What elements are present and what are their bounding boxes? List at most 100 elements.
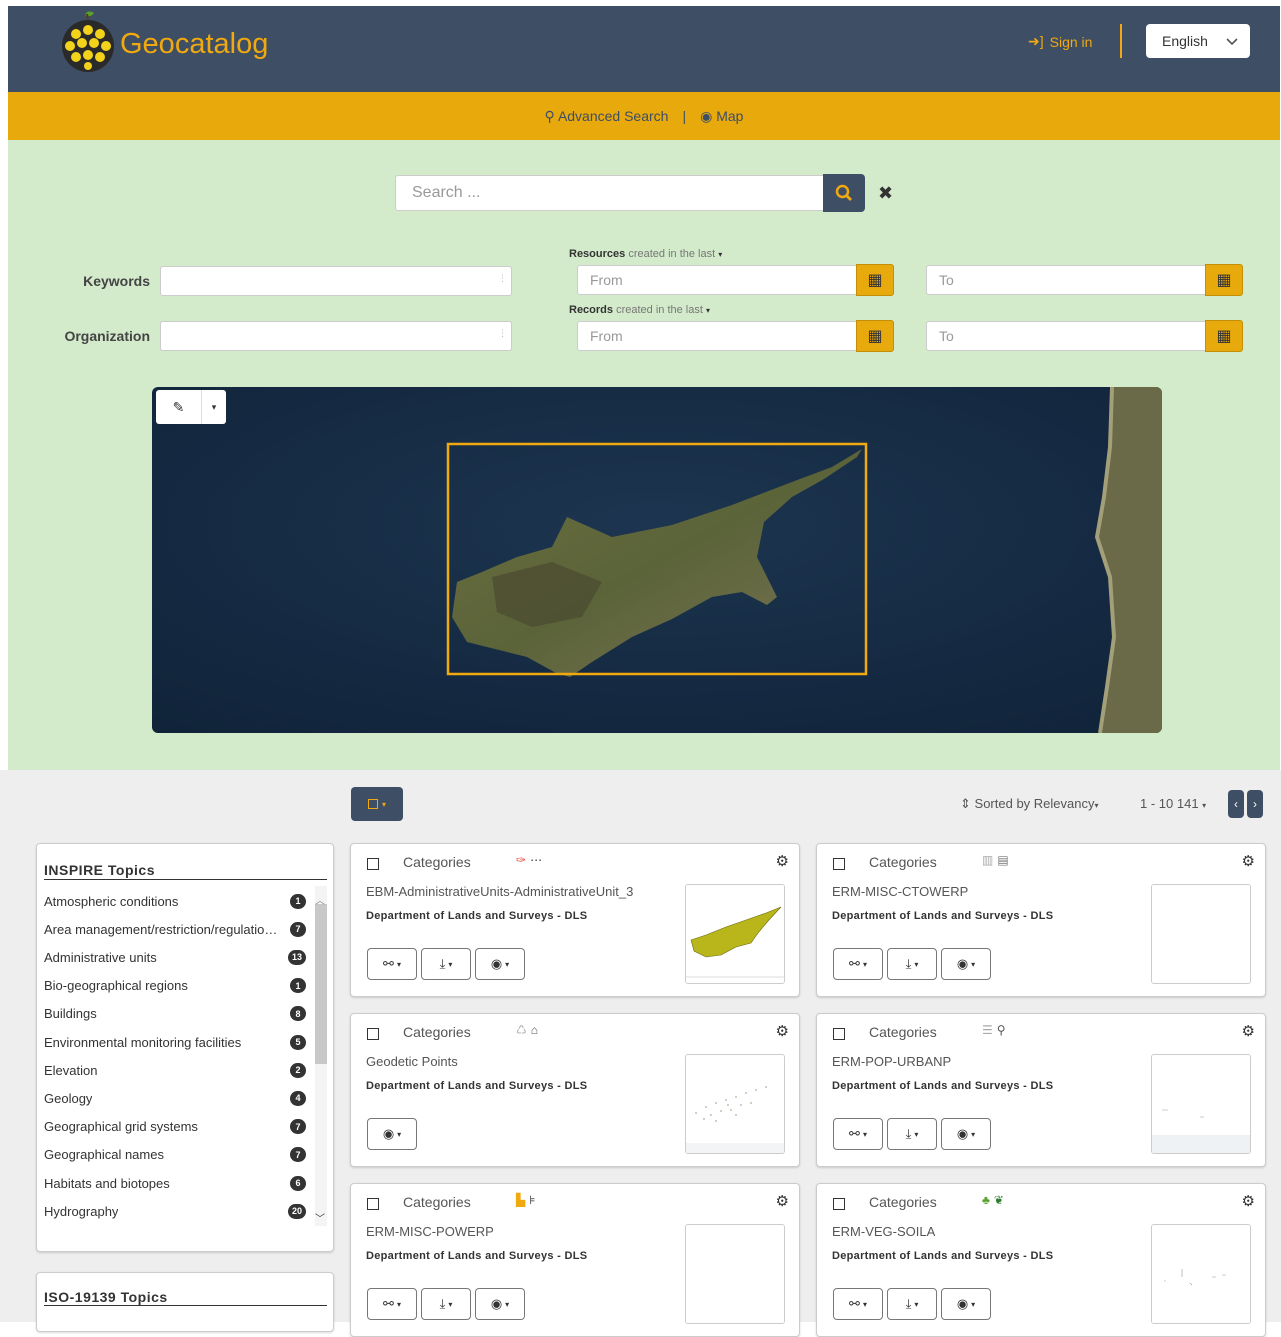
gear-icon[interactable]: ⚙: [776, 1022, 789, 1040]
view-map-dropdown-button[interactable]: ◉ ▾: [475, 1288, 525, 1320]
facet-item[interactable]: Buildings 8: [44, 1003, 306, 1025]
facet-scrollbar[interactable]: [315, 886, 327, 1226]
record-select-checkbox[interactable]: [833, 1198, 845, 1210]
record-select-checkbox[interactable]: [367, 1198, 379, 1210]
download-dropdown-button[interactable]: ⤓ ▾: [887, 1288, 937, 1320]
sort-dropdown[interactable]: ⇕ Sorted by Relevancy▾: [960, 796, 1099, 812]
map-draw-control[interactable]: ✎ ▾: [156, 390, 226, 424]
record-title[interactable]: ERM-VEG-SOILA: [832, 1224, 935, 1239]
paging-dropdown[interactable]: 1 - 10 141 ▾: [1140, 796, 1206, 811]
view-map-dropdown-button[interactable]: ◉ ▾: [941, 948, 991, 980]
search-input[interactable]: [395, 175, 825, 211]
record-thumbnail[interactable]: [685, 884, 785, 984]
record-card[interactable]: Categories ▙ ⊧ ⚙ ERM-MISC-POWERP Department o…: [350, 1183, 800, 1337]
view-map-dropdown-button[interactable]: ◉ ▾: [367, 1118, 417, 1150]
globe-icon: ◉: [956, 1296, 969, 1311]
facet-item[interactable]: Administrative units 13: [44, 946, 306, 968]
view-map-dropdown-button[interactable]: ◉ ▾: [941, 1288, 991, 1320]
record-select-checkbox[interactable]: [367, 858, 379, 870]
facet-item[interactable]: Atmospheric conditions 1: [44, 890, 306, 912]
gear-icon[interactable]: ⚙: [1242, 852, 1255, 870]
globe-icon: ◉: [956, 956, 969, 971]
ellipsis-icon: ⋯: [530, 853, 543, 867]
gear-icon[interactable]: ⚙: [1242, 1022, 1255, 1040]
facet-item[interactable]: Area management/restriction/regulation z…: [44, 918, 306, 940]
resources-date-filter-label[interactable]: Resources created in the last ▾: [569, 248, 722, 260]
record-thumbnail[interactable]: [1151, 884, 1251, 984]
record-organization: Department of Lands and Surveys - DLS: [832, 1080, 1054, 1092]
facet-item[interactable]: Geology 4: [44, 1087, 306, 1109]
record-title[interactable]: ERM-MISC-POWERP: [366, 1224, 494, 1239]
links-dropdown-button[interactable]: ⚯ ▾: [367, 1288, 417, 1320]
scroll-down-icon[interactable]: ﹀: [315, 1210, 325, 1225]
gear-icon[interactable]: ⚙: [776, 1192, 789, 1210]
records-to-input[interactable]: [926, 321, 1206, 351]
advanced-search-link[interactable]: ⚲ Advanced Search: [545, 108, 669, 125]
view-map-dropdown-button[interactable]: ◉ ▾: [475, 948, 525, 980]
facet-item[interactable]: Hydrography 20: [44, 1200, 306, 1222]
links-dropdown-button[interactable]: ⚯ ▾: [833, 948, 883, 980]
resources-to-input[interactable]: [926, 265, 1206, 295]
facet-item[interactable]: Geographical names 7: [44, 1144, 306, 1166]
facet-item[interactable]: Elevation 2: [44, 1059, 306, 1081]
record-card[interactable]: Categories ♣ ❦ ⚙ ERM-VEG-SOILA Department of …: [816, 1183, 1266, 1337]
records-date-filter-label[interactable]: Records created in the last ▾: [569, 304, 710, 316]
record-thumbnail[interactable]: [1151, 1054, 1251, 1154]
records-from-input[interactable]: [577, 321, 857, 351]
links-dropdown-button[interactable]: ⚯ ▾: [367, 948, 417, 980]
geocatalog-logo-icon[interactable]: [56, 10, 120, 74]
record-thumbnail[interactable]: [685, 1054, 785, 1154]
scrollbar-thumb[interactable]: [315, 904, 327, 1064]
caret-down-icon: ▾: [397, 1129, 402, 1139]
record-card[interactable]: Categories ✑ ⋯ ⚙ EBM-AdministrativeUnits-Adm…: [350, 843, 800, 997]
keywords-field[interactable]: ⋮: [160, 266, 512, 296]
record-title[interactable]: EBM-AdministrativeUnits-AdministrativeUn…: [366, 884, 633, 899]
next-page-button[interactable]: ›: [1247, 790, 1263, 818]
download-dropdown-button[interactable]: ⤓ ▾: [421, 948, 471, 980]
download-dropdown-button[interactable]: ⤓ ▾: [887, 948, 937, 980]
select-all-dropdown-button[interactable]: ▾: [351, 787, 403, 821]
map-canvas[interactable]: [152, 387, 1162, 733]
pencil-icon[interactable]: ✎: [156, 390, 202, 424]
record-card[interactable]: Categories ☰ ⚲ ⚙ ERM-POP-URBANP Department of…: [816, 1013, 1266, 1167]
links-dropdown-button[interactable]: ⚯ ▾: [833, 1118, 883, 1150]
record-card[interactable]: Categories ▥ ▤ ⚙ ERM-MISC-CTOWERP Department …: [816, 843, 1266, 997]
scroll-up-icon[interactable]: ︿: [315, 892, 325, 907]
draw-menu-caret-icon[interactable]: ▾: [202, 402, 226, 413]
previous-page-button[interactable]: ‹: [1228, 790, 1244, 818]
language-select[interactable]: English: [1146, 24, 1250, 58]
gear-icon[interactable]: ⚙: [776, 852, 789, 870]
view-map-dropdown-button[interactable]: ◉ ▾: [941, 1118, 991, 1150]
gear-icon[interactable]: ⚙: [1242, 1192, 1255, 1210]
resources-to-calendar-button[interactable]: ▦: [1205, 264, 1243, 296]
facet-item-label: Geographical names: [44, 1147, 164, 1163]
resources-from-calendar-button[interactable]: ▦: [856, 264, 894, 296]
record-thumbnail[interactable]: [685, 1224, 785, 1324]
record-thumbnail[interactable]: [1151, 1224, 1251, 1324]
record-title[interactable]: ERM-MISC-CTOWERP: [832, 884, 968, 899]
record-select-checkbox[interactable]: [833, 1028, 845, 1040]
app-title[interactable]: Geocatalog: [120, 28, 268, 61]
links-dropdown-button[interactable]: ⚯ ▾: [833, 1288, 883, 1320]
record-title[interactable]: Geodetic Points: [366, 1054, 458, 1069]
record-title[interactable]: ERM-POP-URBANP: [832, 1054, 951, 1069]
record-select-checkbox[interactable]: [833, 858, 845, 870]
resources-from-input[interactable]: [577, 265, 857, 295]
list-icon: ☰: [982, 1023, 993, 1037]
sign-in-link[interactable]: ➜] Sign in: [1028, 33, 1092, 50]
download-dropdown-button[interactable]: ⤓ ▾: [421, 1288, 471, 1320]
facet-item[interactable]: Habitats and biotopes 6: [44, 1172, 306, 1194]
records-from-calendar-button[interactable]: ▦: [856, 320, 894, 352]
facet-item[interactable]: Geographical grid systems 7: [44, 1116, 306, 1138]
records-to-calendar-button[interactable]: ▦: [1205, 320, 1243, 352]
record-select-checkbox[interactable]: [367, 1028, 379, 1040]
sort-label: Sorted by Relevancy: [974, 796, 1095, 811]
facet-item[interactable]: Environmental monitoring facilities 5: [44, 1031, 306, 1053]
search-button[interactable]: [823, 174, 865, 212]
record-card[interactable]: Categories ♺ ⌂ ⚙ Geodetic Points Department o…: [350, 1013, 800, 1167]
organization-field[interactable]: ⋮: [160, 321, 512, 351]
map-link[interactable]: ◉ Map: [700, 108, 743, 125]
clear-search-icon[interactable]: ✖: [878, 183, 893, 204]
download-dropdown-button[interactable]: ⤓ ▾: [887, 1118, 937, 1150]
facet-item[interactable]: Bio-geographical regions 1: [44, 975, 306, 997]
